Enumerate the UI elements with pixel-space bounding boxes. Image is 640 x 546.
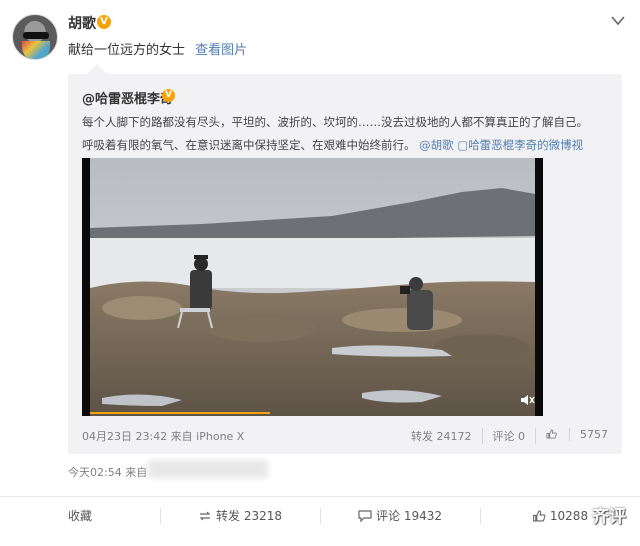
like-label: 10288: [549, 509, 589, 523]
repost-label: 转发 23218: [216, 509, 282, 523]
comment-icon: [358, 510, 372, 522]
original-comment-count[interactable]: 评论 0: [481, 428, 525, 444]
chevron-down-icon[interactable]: [610, 14, 626, 28]
thumbs-up-icon: [532, 510, 546, 522]
comment-button[interactable]: 评论 19432: [320, 497, 480, 534]
post-time: 今天02:54 来自: [68, 466, 148, 479]
comment-label: 评论 19432: [376, 509, 442, 523]
original-author-name[interactable]: @哈雷恶棍李奇: [82, 88, 173, 107]
original-verified-badge-icon: V: [162, 89, 175, 102]
post-author-name[interactable]: 胡歌: [68, 13, 96, 33]
view-image-link[interactable]: 查看图片: [195, 43, 247, 58]
avatar[interactable]: [12, 14, 58, 60]
video-player[interactable]: [82, 158, 543, 416]
video-link-icon[interactable]: ▢: [457, 138, 468, 152]
weibo-post: 胡歌 V 献给一位远方的女士 查看图片 @哈雷恶棍李奇 V 每个人脚下的路都没有…: [0, 0, 640, 546]
video-frame: [82, 158, 543, 416]
verified-badge-icon: V: [97, 15, 111, 29]
original-like-button[interactable]: 5757: [535, 428, 608, 444]
post-text: 献给一位远方的女士 查看图片: [68, 39, 247, 58]
original-post-meta: 04月23日 23:42 来自 iPhone X: [82, 430, 245, 443]
repost-icon: [199, 511, 211, 521]
blurred-source: [148, 460, 268, 478]
avatar-beard: [22, 41, 50, 59]
favorite-button[interactable]: 收藏: [0, 497, 160, 534]
mute-icon[interactable]: [519, 392, 535, 408]
favorite-label: 收藏: [67, 509, 92, 523]
original-post-stats: 转发 24172 评论 0 5757: [391, 428, 608, 444]
avatar-sunglasses: [23, 32, 49, 39]
thumbs-up-icon: [546, 429, 557, 439]
original-repost-count[interactable]: 转发 24172: [401, 428, 472, 444]
original-like-count: 5757: [569, 428, 608, 441]
reposted-content: @哈雷恶棍李奇 V 每个人脚下的路都没有尽头，平坦的、波折的、坎坷的……没去过极…: [68, 64, 622, 454]
repost-arrow: [87, 64, 107, 84]
post-text-content: 献给一位远方的女士: [68, 43, 186, 58]
mention-link[interactable]: @胡歌: [419, 138, 454, 152]
watermark: 齐评: [592, 507, 626, 527]
repost-button[interactable]: 转发 23218: [160, 497, 320, 534]
action-bar: 收藏 转发 23218 评论 19432 10288: [0, 496, 640, 534]
